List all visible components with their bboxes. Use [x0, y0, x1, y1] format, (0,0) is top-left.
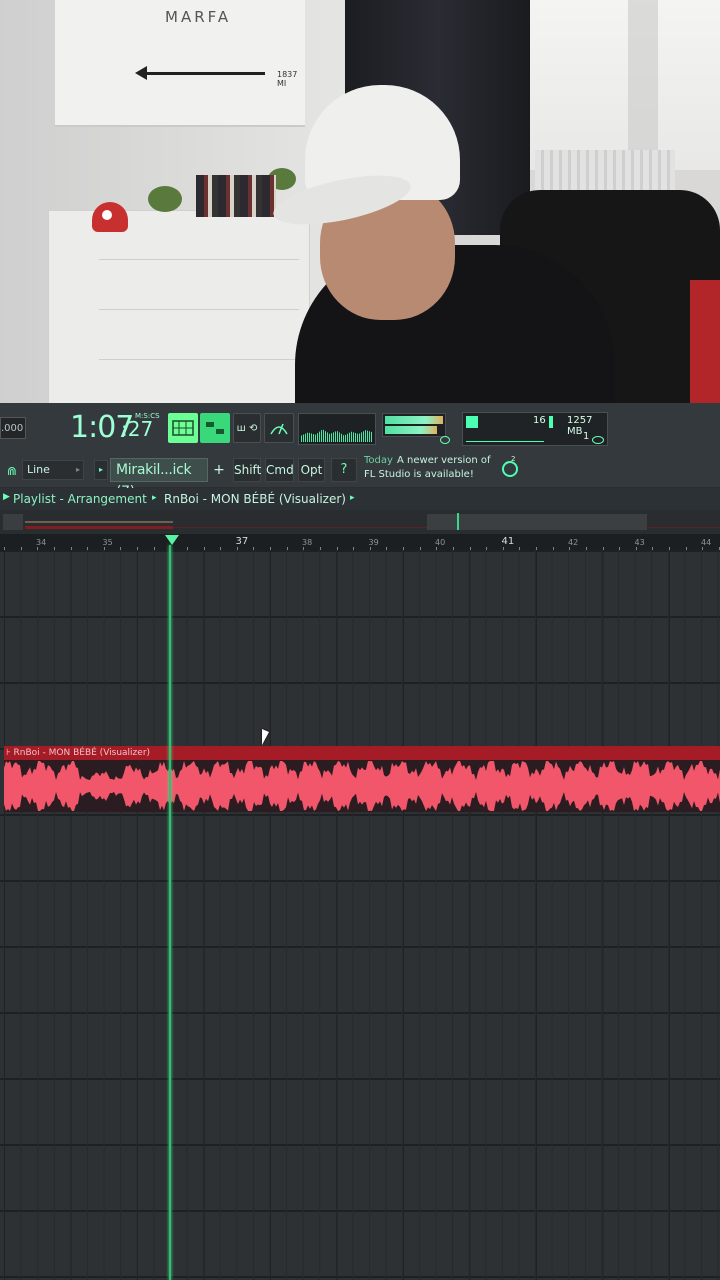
pattern-mode-button[interactable] — [168, 413, 198, 443]
overview-view-window[interactable] — [427, 514, 647, 530]
ruler-bar-37: 37 — [235, 536, 249, 547]
cpu-memory-panel[interactable]: 16 1257 MB 1 — [462, 412, 608, 446]
add-pattern-button[interactable]: + — [210, 460, 228, 480]
project-name: RnBoi - MON BÉBÉ (Visualizer) — [164, 492, 346, 506]
news-date: Today — [364, 455, 393, 466]
audio-clip[interactable] — [4, 760, 720, 812]
overview-toggle[interactable] — [3, 514, 23, 530]
webcam-overlay: MARFA 1837 MI — [0, 0, 720, 403]
ruler-bar-39: 39 — [368, 538, 379, 547]
playlist-title[interactable]: Playlist - Arrangement — [13, 492, 147, 506]
ruler-bar-44: 44 — [701, 538, 712, 547]
cpu-bar — [549, 416, 553, 428]
cpu-indicator — [466, 416, 478, 428]
news-count-badge: 2 — [511, 455, 516, 463]
ruler-bar-38: 38 — [302, 538, 313, 547]
polyphony-icon — [592, 436, 604, 444]
time-format-label: M:S:CS — [135, 412, 160, 420]
window — [500, 0, 720, 170]
magnet-icon: ⋒ — [7, 464, 18, 478]
ruler-bar-40: 40 — [435, 538, 446, 547]
poster-text: MARFA — [165, 8, 232, 26]
breadcrumb-separator-icon: ▸ — [152, 493, 157, 503]
playhead-marker-icon[interactable] — [165, 535, 179, 545]
news-message-line2[interactable]: FL Studio is available! — [364, 469, 474, 480]
audio-waveform — [4, 761, 720, 811]
radiator — [535, 150, 675, 195]
plant — [148, 186, 182, 212]
chair-accent — [690, 280, 720, 403]
cpu-graph — [466, 441, 544, 442]
song-mode-button[interactable] — [200, 413, 230, 443]
breadcrumb-separator-icon: ▸ — [350, 493, 355, 503]
playhead-line[interactable] — [169, 545, 171, 1280]
time-ruler[interactable]: 34 35 37 38 39 40 41 42 43 44 — [0, 534, 720, 550]
typing-keyboard-label: ш — [236, 422, 246, 434]
figurines — [196, 175, 276, 217]
news-message-line1[interactable]: A newer version of — [397, 455, 491, 466]
song-time-cs: :27 — [121, 417, 154, 441]
mushroom-figure — [92, 202, 128, 232]
main-toolbar: .000 1:07 :27 M:S:CS ш ⟲ 16 1257 MB 1 — [0, 403, 720, 455]
ruler-bar-41: 41 — [501, 536, 515, 547]
song-icon — [206, 422, 224, 434]
online-news-globe-icon[interactable] — [502, 461, 518, 477]
clip-icon: ⊦ — [6, 748, 14, 758]
playlist-grid[interactable] — [0, 550, 720, 1280]
pattern-icon — [172, 420, 194, 436]
mouse-cursor-icon — [262, 729, 269, 745]
master-level-meter — [382, 413, 446, 437]
clip-name: RnBoi - MON BÉBÉ (Visualizer) — [13, 748, 151, 758]
pattern-selector[interactable]: Mirakil...ick (7) — [110, 458, 208, 500]
playlist-header: ▶ Playlist - Arrangement ▸ RnBoi - MON B… — [0, 488, 720, 510]
typing-keyboard-button[interactable]: ш ⟲ — [233, 413, 261, 443]
secondary-toolbar: ⋒ Line ▸ Mirakil...ick (7) + Shift Cmd O… — [0, 455, 720, 500]
master-volume-knob[interactable] — [440, 436, 450, 444]
snap-selector[interactable]: Line — [22, 460, 84, 480]
meter-right — [385, 426, 437, 434]
loop-icon: ⟲ — [248, 422, 258, 434]
playlist-menu-arrow-icon[interactable]: ▶ — [3, 492, 10, 502]
poster-arrow-icon — [135, 66, 265, 80]
hint-bubble-icon[interactable]: ? — [331, 458, 357, 482]
waveform-preview — [301, 429, 373, 442]
tempo-display[interactable]: .000 — [0, 417, 26, 439]
ruler-bar-43: 43 — [634, 538, 645, 547]
cmd-modifier-button[interactable]: Cmd — [265, 458, 294, 482]
metronome-button[interactable] — [264, 413, 294, 443]
oscilloscope[interactable] — [298, 413, 376, 445]
wall-poster: MARFA 1837 MI — [55, 0, 305, 127]
poster-number: 1837 MI — [277, 70, 298, 88]
ruler-bar-35: 35 — [102, 538, 113, 547]
metronome-icon — [270, 423, 288, 435]
overview-clip-strip — [25, 521, 173, 523]
audio-clip-header[interactable]: ⊦ RnBoi - MON BÉBÉ (Visualizer) — [4, 746, 720, 760]
waveform-shape — [4, 761, 720, 811]
opt-modifier-button[interactable]: Opt — [298, 458, 325, 482]
curtain — [628, 0, 658, 165]
meter-left — [385, 416, 443, 424]
pattern-prev-button[interactable]: ▸ — [94, 460, 108, 480]
ruler-bar-42: 42 — [568, 538, 579, 547]
ruler-bar-34: 34 — [36, 538, 47, 547]
shift-modifier-button[interactable]: Shift — [233, 458, 261, 482]
playlist-overview[interactable] — [0, 510, 720, 534]
overview-audio-strip — [25, 526, 173, 529]
overview-playhead — [457, 513, 459, 530]
dresser — [48, 210, 310, 403]
cpu-voices: 16 — [533, 415, 546, 426]
polyphony-count: 1 — [583, 431, 590, 442]
